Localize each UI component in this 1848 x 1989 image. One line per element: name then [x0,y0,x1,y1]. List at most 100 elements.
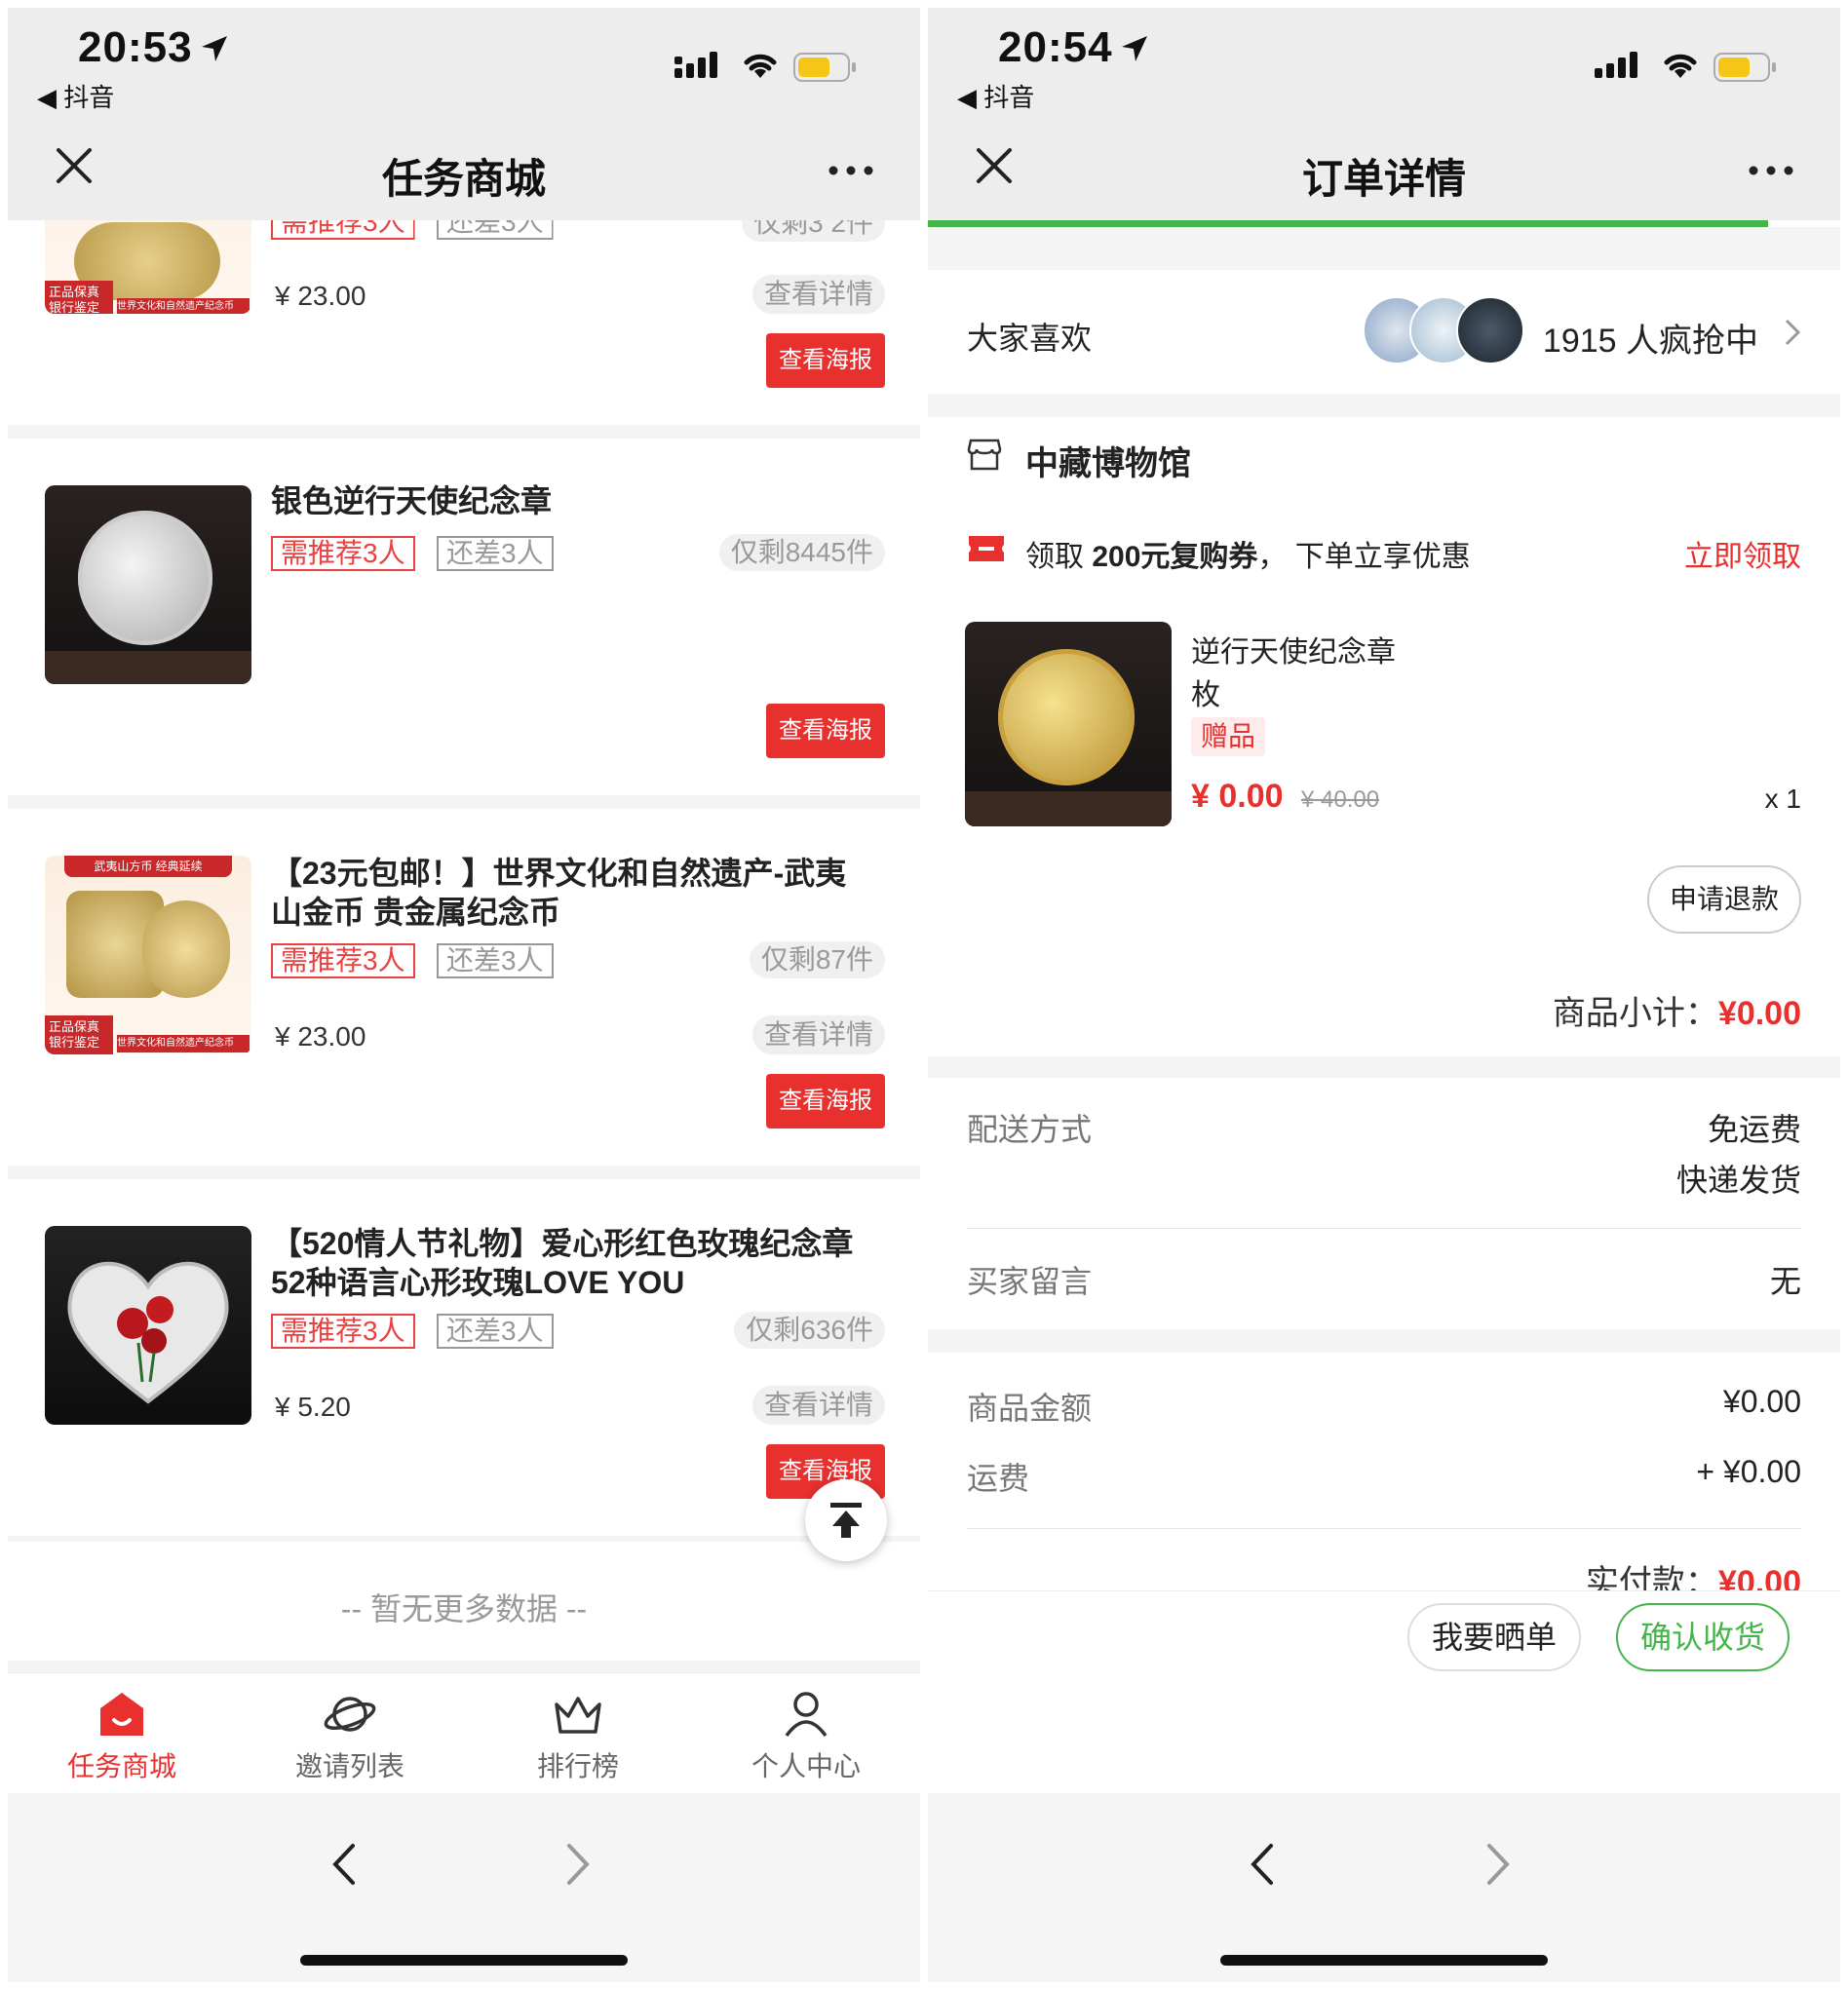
chevron-right-icon[interactable] [563,1842,593,1887]
coupon-amount: 200元复购券 [1092,541,1258,573]
more-icon[interactable] [828,166,873,175]
view-poster-button[interactable]: 查看海报 [766,333,885,388]
goods-amount-value: ¥0.00 [1722,1384,1801,1419]
shop-name[interactable]: 中藏博物馆 [1025,437,1191,484]
product-price: ¥ 23.00 [275,281,366,311]
stock-badge: 仅剩87件 [749,941,885,978]
subtotal-label: 商品小计： [1552,995,1718,1032]
paid-value: ¥0.00 [1717,1564,1801,1590]
page-load-progress [928,220,1768,227]
tab-invite-list[interactable]: 邀请列表 [236,1673,464,1794]
arrow-up-icon [830,1503,862,1538]
tab-label: 任务商城 [66,1751,176,1781]
back-to-top-button[interactable] [805,1479,887,1561]
home-indicator [1220,1955,1548,1966]
coupon-icon [969,536,1004,561]
popular-label: 大家喜欢 [967,321,1093,356]
wifi-icon [1664,54,1697,78]
tab-task-mall[interactable]: 任务商城 [8,1673,236,1794]
image-top-label: 武夷山方币 经典延续 [64,856,232,877]
location-arrow-icon [202,36,227,61]
item-unit: 枚 [1191,679,1220,711]
divider [928,394,1840,417]
view-poster-button[interactable]: 查看海报 [766,704,885,758]
stock-badge: 仅剩636件 [734,1312,885,1349]
freight-value: + ¥0.00 [1696,1454,1801,1489]
product-name: 【520情人节礼物】爱心形红色玫瑰纪念章52种语言心形玫瑰LOVE YOU [271,1226,854,1300]
coupon-prefix: 领取 [1025,541,1093,573]
page-title: 任务商城 [381,156,546,202]
item-quantity: x 1 [1764,784,1801,814]
header: 20:54 ◀ 抖音 订单详情 [928,8,1840,220]
image-caption: 世界文化和自然遗产纪念币 [117,1035,250,1052]
product-image [45,485,251,684]
coupon-text: 领取 200元复购券， 下单立享优惠 [1025,532,1471,575]
page-title: 订单详情 [1301,156,1466,202]
buyer-note-value: 无 [1769,1264,1801,1299]
tag-remaining: 还差3人 [437,943,554,978]
product-image: 武夷山方币 经典延续 正品保真 银行鉴定 世界文化和自然遗产纪念币 [45,856,251,1054]
product-name: 银色逆行天使纪念章 [271,483,553,518]
original-price: ¥ 40.00 [1301,786,1380,813]
coupon-suffix: ， 下单立享优惠 [1257,541,1471,573]
heart-medal-graphic [67,1261,229,1404]
image-badge: 银行鉴定 [49,1035,100,1050]
divider [8,1166,920,1179]
delivery-method: 快递发货 [1675,1163,1801,1198]
crown-icon [555,1697,601,1734]
battery-icon [1713,53,1776,82]
product-name: 【23元包邮！】世界文化和自然遗产-武夷山金币 贵金属纪念币 [271,856,847,930]
divider [8,425,920,439]
tag-need-referral: 需推荐3人 [271,1314,415,1349]
claim-coupon-link[interactable]: 立即领取 [1684,532,1801,575]
tab-personal-center[interactable]: 个人中心 [692,1673,920,1794]
price-value: 0.00 [1218,778,1284,815]
store-icon [967,439,1002,471]
confirm-receipt-button[interactable]: 确认收货 [1616,1603,1790,1671]
delivery-label: 配送方式 [967,1112,1093,1147]
price-symbol: ¥ [1191,778,1219,815]
divider [928,227,1840,270]
tab-label: 邀请列表 [294,1751,404,1781]
tag-need-referral: 需推荐3人 [271,536,415,571]
avatar [1456,296,1524,364]
header: 20:53 ◀ 抖音 任务商城 [8,8,920,220]
subtotal-value: ¥0.00 [1717,995,1801,1032]
view-detail-button[interactable]: 查看详情 [751,1015,885,1054]
battery-icon [793,53,856,82]
shop-icon [100,1693,143,1736]
view-detail-button[interactable]: 查看详情 [751,1386,885,1425]
divider [928,1329,1840,1353]
more-icon[interactable] [1749,166,1793,175]
view-poster-button[interactable]: 查看海报 [766,1074,885,1128]
tab-label: 排行榜 [536,1751,619,1781]
image-caption: 世界文化和自然遗产纪念币 [117,298,250,314]
product-price: ¥ 23.00 [275,1021,366,1052]
chevron-right-icon[interactable] [1483,1842,1513,1887]
wifi-icon [744,54,777,78]
chevron-right-icon [1785,319,1801,346]
product-price: ¥ 5.20 [275,1392,351,1422]
back-app-label: 抖音 [983,83,1035,112]
action-bar: 我要晒单 确认收货 [928,1590,1840,1672]
delivery-fee: 免运费 [1707,1112,1801,1147]
no-more-data: -- 暂无更多数据 -- [340,1591,588,1626]
goods-amount-label: 商品金额 [967,1391,1093,1426]
buyer-note-label: 买家留言 [967,1264,1093,1299]
back-to-app-link[interactable]: ◀ 抖音 [37,78,114,114]
back-to-app-link[interactable]: ◀ 抖音 [957,78,1034,114]
product-image [965,622,1172,826]
status-time: 20:54 [998,23,1113,71]
image-badge: 正品保真 [49,285,100,299]
task-mall-screen: 20:53 ◀ 抖音 任务商城 正品保真 银行鉴定 世界文化和自然遗产纪念币 需… [8,8,920,1982]
chevron-left-icon[interactable] [329,1842,359,1887]
view-detail-button[interactable]: 查看详情 [751,275,885,314]
product-image [45,1226,251,1425]
share-order-button[interactable]: 我要晒单 [1407,1603,1581,1671]
browser-toolbar [928,1793,1840,1982]
chevron-left-icon[interactable] [1248,1842,1277,1887]
tab-ranking[interactable]: 排行榜 [464,1673,692,1794]
paid-row: 实付款：¥0.00 [1586,1555,1801,1590]
refund-button[interactable]: 申请退款 [1647,865,1801,934]
item-price: ¥ 0.00 ¥ 40.00 [1191,778,1379,816]
